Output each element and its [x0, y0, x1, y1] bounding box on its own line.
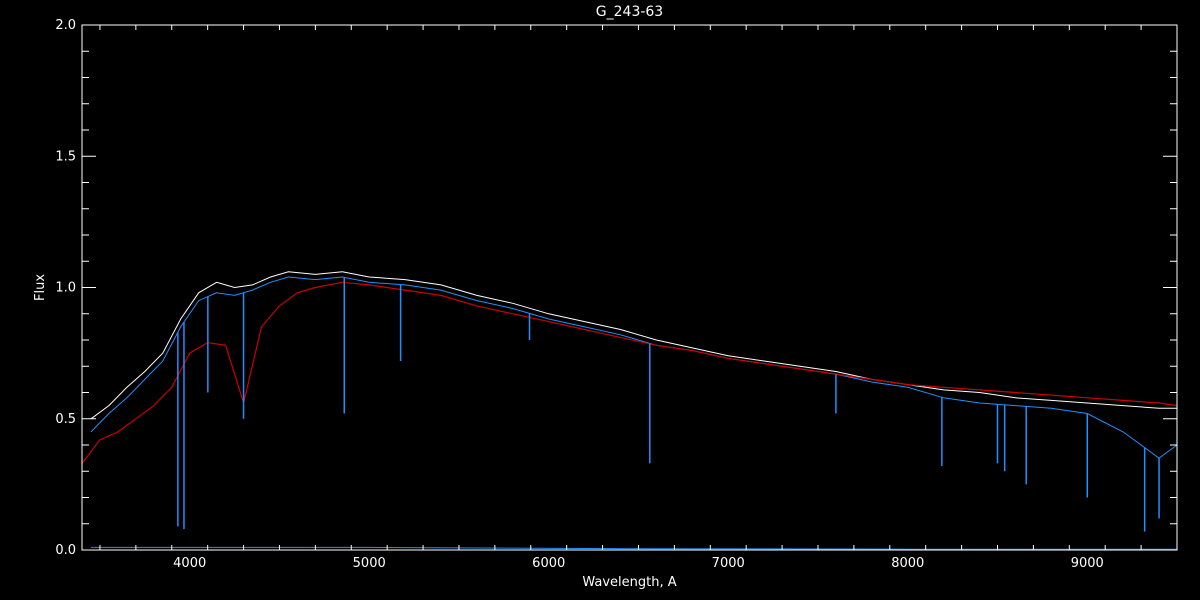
y-tick-label: 1.5: [55, 149, 76, 164]
chart-title: G_243-63: [596, 4, 663, 20]
x-axis-label: Wavelength, A: [582, 575, 676, 590]
y-tick-label: 1.0: [55, 281, 76, 296]
x-tick-label: 4000: [173, 556, 206, 571]
x-tick-label: 6000: [532, 556, 565, 571]
y-tick-label: 0.0: [55, 543, 76, 558]
x-tick-label: 9000: [1071, 556, 1104, 571]
x-tick-label: 5000: [353, 556, 386, 571]
y-axis-label: Flux: [33, 274, 48, 301]
y-tick-label: 2.0: [55, 18, 76, 33]
chart-background: [0, 0, 1200, 600]
y-tick-label: 0.5: [55, 412, 76, 427]
x-tick-label: 8000: [891, 556, 924, 571]
x-tick-label: 7000: [712, 556, 745, 571]
spectrum-chart: 4000 5000 6000 7000 8000 90000.00.51.01.52.0 …: [0, 0, 1200, 600]
